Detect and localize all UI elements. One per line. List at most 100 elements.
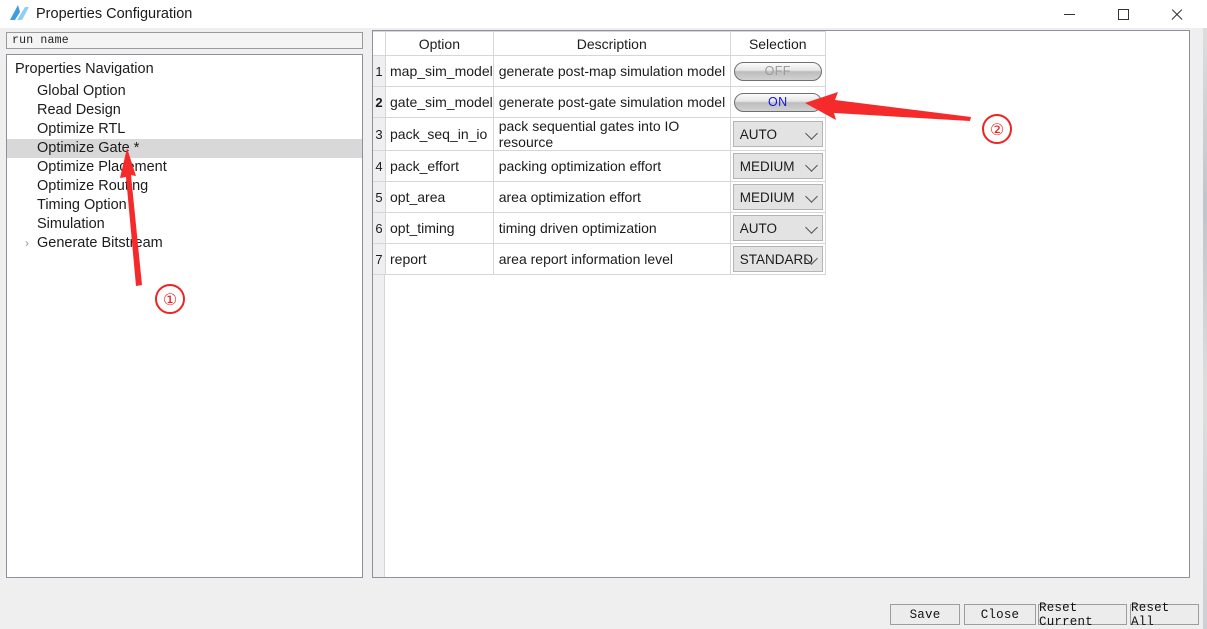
- table-row: 2 gate_sim_model generate post-gate simu…: [373, 86, 826, 118]
- window-edge-sliver: [1203, 28, 1207, 629]
- sidebar-item-simulation[interactable]: Simulation: [7, 215, 362, 234]
- reset-all-button[interactable]: Reset All: [1130, 601, 1199, 629]
- minimize-button[interactable]: [1046, 0, 1092, 28]
- window-title: Properties Configuration: [36, 6, 193, 22]
- row-number: 5: [373, 181, 386, 213]
- sidebar-item-label: Timing Option: [37, 197, 127, 213]
- app-logo-icon: [10, 5, 29, 20]
- sidebar-item-optimize-rtl[interactable]: Optimize RTL: [7, 120, 362, 139]
- option-description: generate post-map simulation model: [492, 55, 731, 87]
- selection-cell: AUTO: [729, 117, 826, 151]
- selection-cell: MEDIUM: [729, 150, 826, 182]
- row-number: 1: [373, 55, 386, 87]
- option-description: area report information level: [492, 243, 731, 275]
- selection-cell: STANDARD: [729, 243, 826, 275]
- row-number: 3: [373, 117, 386, 151]
- table-row: 6 opt_timing timing driven optimization …: [373, 212, 826, 244]
- dropdown-opt-area[interactable]: MEDIUM: [732, 184, 823, 210]
- sidebar-item-label: Optimize RTL: [37, 121, 126, 137]
- option-description: packing optimization effort: [492, 150, 731, 182]
- sidebar-item-label: Simulation: [37, 216, 105, 232]
- navigation-root-label: Properties Navigation: [15, 61, 154, 77]
- properties-configuration-window: Properties Configuration run name Proper…: [0, 0, 1207, 629]
- dropdown-value: AUTO: [739, 126, 777, 142]
- dropdown-value: MEDIUM: [739, 158, 795, 174]
- sidebar-item-label: Generate Bitstream: [37, 235, 163, 251]
- sidebar-item-label: Read Design: [37, 102, 121, 118]
- close-dialog-button[interactable]: Close: [964, 604, 1036, 625]
- chevron-right-icon[interactable]: ›: [21, 234, 33, 253]
- table-row: 1 map_sim_model generate post-map simula…: [373, 55, 826, 87]
- table-header-row: Option Description Selection: [373, 31, 826, 56]
- sidebar-item-global-option[interactable]: Global Option: [7, 82, 362, 101]
- option-name: pack_effort: [385, 150, 494, 182]
- dropdown-opt-timing[interactable]: AUTO: [732, 215, 823, 241]
- column-header-option: Option: [385, 31, 494, 56]
- toggle-map-sim-model[interactable]: OFF: [733, 61, 822, 81]
- table-row: 5 opt_area area optimization effort MEDI…: [373, 181, 826, 213]
- row-number: 4: [373, 150, 386, 182]
- row-number: 7: [373, 243, 386, 275]
- option-description: timing driven optimization: [492, 212, 731, 244]
- close-button[interactable]: [1153, 0, 1199, 28]
- column-header-selection: Selection: [729, 31, 826, 56]
- sidebar-item-timing-option[interactable]: Timing Option: [7, 196, 362, 215]
- selection-cell: MEDIUM: [729, 181, 826, 213]
- chevron-down-icon: [804, 221, 818, 234]
- option-name: map_sim_model: [385, 55, 494, 87]
- save-button[interactable]: Save: [890, 604, 960, 625]
- column-header-description: Description: [492, 31, 731, 56]
- run-name-input[interactable]: run name: [6, 32, 363, 49]
- table-row: 7 report area report information level S…: [373, 243, 826, 275]
- selection-cell: ON: [729, 86, 826, 118]
- option-name: gate_sim_model: [385, 86, 494, 118]
- annotation-marker-2: ②: [982, 114, 1012, 144]
- chevron-down-icon: [804, 127, 818, 140]
- footer-toolbar: Save Close Reset Current Reset All: [0, 600, 1207, 629]
- column-header-rownum: [373, 31, 386, 56]
- reset-current-button[interactable]: Reset Current: [1038, 601, 1127, 629]
- table-row: 3 pack_seq_in_io pack sequential gates i…: [373, 117, 826, 151]
- sidebar-item-generate-bitstream[interactable]: › Generate Bitstream: [7, 234, 362, 253]
- sidebar-item-optimize-gate[interactable]: Optimize Gate *: [7, 139, 362, 158]
- selection-cell: AUTO: [729, 212, 826, 244]
- properties-navigation-panel: Properties Navigation Global Option Read…: [6, 54, 363, 578]
- minimize-icon: [1063, 13, 1075, 15]
- title-bar: Properties Configuration: [0, 0, 1207, 28]
- close-icon: [1170, 8, 1183, 21]
- option-name: opt_timing: [385, 212, 494, 244]
- maximize-icon: [1117, 8, 1129, 20]
- option-description: area optimization effort: [492, 181, 731, 213]
- row-number: 2: [373, 86, 386, 118]
- options-table: Option Description Selection 1 map_sim_m…: [373, 31, 826, 275]
- sidebar-item-label: Optimize Routing: [37, 178, 149, 194]
- option-description: generate post-gate simulation model: [492, 86, 731, 118]
- dropdown-pack-effort[interactable]: MEDIUM: [732, 153, 823, 179]
- sidebar-item-label: Optimize Gate *: [37, 140, 140, 156]
- table-row: 4 pack_effort packing optimization effor…: [373, 150, 826, 182]
- row-number: 6: [373, 212, 386, 244]
- sidebar-item-read-design[interactable]: Read Design: [7, 101, 362, 120]
- navigation-tree: Global Option Read Design Optimize RTL O…: [7, 82, 362, 253]
- option-name: opt_area: [385, 181, 494, 213]
- options-table-panel: Option Description Selection 1 map_sim_m…: [372, 30, 1190, 578]
- chevron-down-icon: [804, 190, 818, 203]
- dropdown-value: AUTO: [739, 220, 777, 236]
- dropdown-value: MEDIUM: [739, 189, 795, 205]
- sidebar-item-optimize-routing[interactable]: Optimize Routing: [7, 177, 362, 196]
- dropdown-value: STANDARD: [739, 251, 813, 267]
- sidebar-item-optimize-placement[interactable]: Optimize Placement: [7, 158, 362, 177]
- sidebar-item-label: Optimize Placement: [37, 159, 167, 175]
- option-name: pack_seq_in_io: [385, 117, 494, 151]
- annotation-marker-1: ①: [155, 284, 185, 314]
- maximize-button[interactable]: [1100, 0, 1146, 28]
- run-name-value: run name: [12, 34, 69, 47]
- toggle-gate-sim-model[interactable]: ON: [733, 92, 822, 112]
- option-name: report: [385, 243, 494, 275]
- selection-cell: OFF: [729, 55, 826, 87]
- dropdown-pack-seq-in-io[interactable]: AUTO: [732, 121, 823, 147]
- dropdown-report[interactable]: STANDARD: [732, 246, 823, 272]
- chevron-down-icon: [804, 159, 818, 172]
- option-description: pack sequential gates into IO resource: [492, 117, 731, 151]
- sidebar-item-label: Global Option: [37, 83, 126, 99]
